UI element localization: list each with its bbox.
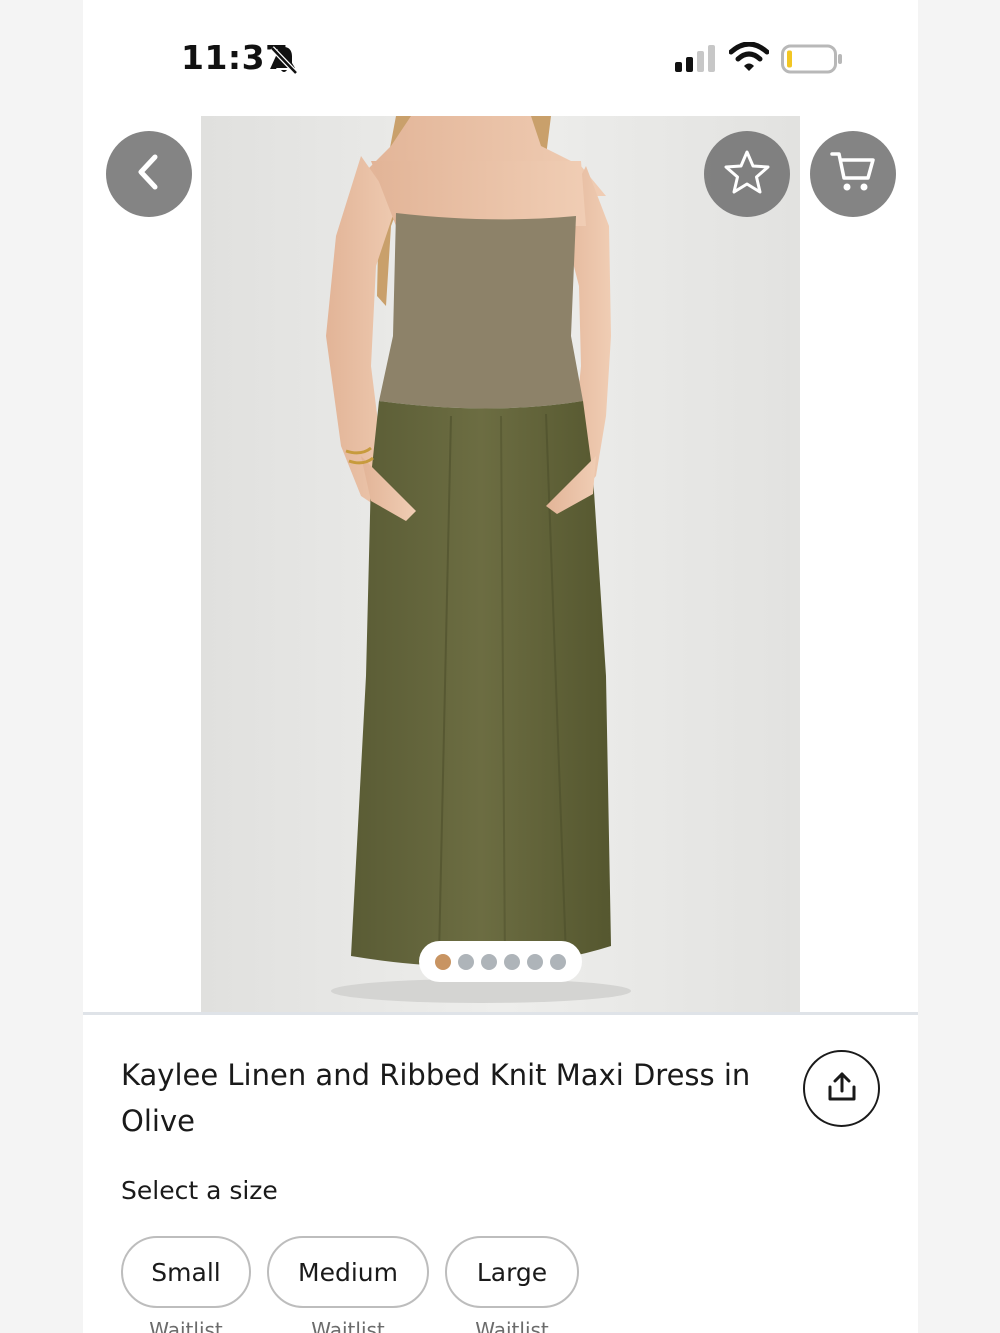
share-button[interactable] [803, 1050, 880, 1127]
page-dot[interactable] [504, 953, 520, 970]
wifi-icon [728, 41, 770, 76]
image-pagination[interactable] [419, 941, 582, 982]
status-bar: 11:37 [83, 0, 918, 116]
size-option-label: Medium [298, 1257, 398, 1287]
product-image[interactable] [201, 116, 800, 1012]
back-button[interactable] [106, 131, 192, 217]
page-dot[interactable] [550, 953, 566, 970]
size-status-small: Waitlist [149, 1318, 223, 1333]
size-option-label: Small [151, 1257, 221, 1287]
cart-icon [830, 150, 876, 198]
cart-button[interactable] [810, 131, 896, 217]
product-detail-screen: 11:37 Kaylee Linen and Ribbed Knit Maxi … [83, 0, 918, 1333]
page-dot[interactable] [435, 953, 451, 970]
size-section-label: Select a size [121, 1176, 278, 1205]
size-option-large[interactable]: Large [445, 1236, 579, 1308]
cellular-signal-icon [675, 44, 717, 78]
page-dot[interactable] [458, 953, 474, 970]
size-option-medium[interactable]: Medium [267, 1236, 429, 1308]
page-dot[interactable] [527, 953, 543, 970]
page-dot[interactable] [481, 953, 497, 970]
size-option-label: Large [476, 1257, 548, 1287]
battery-low-icon [781, 44, 843, 78]
share-icon [825, 1070, 859, 1108]
size-status-medium: Waitlist [311, 1318, 385, 1333]
chevron-left-icon [132, 152, 166, 196]
bell-slash-icon [269, 44, 299, 80]
size-option-small[interactable]: Small [121, 1236, 251, 1308]
divider [83, 1012, 918, 1015]
favorite-button[interactable] [704, 131, 790, 217]
star-icon [723, 149, 771, 199]
product-title: Kaylee Linen and Ribbed Knit Maxi Dress … [121, 1058, 751, 1138]
size-status-large: Waitlist [475, 1318, 549, 1333]
